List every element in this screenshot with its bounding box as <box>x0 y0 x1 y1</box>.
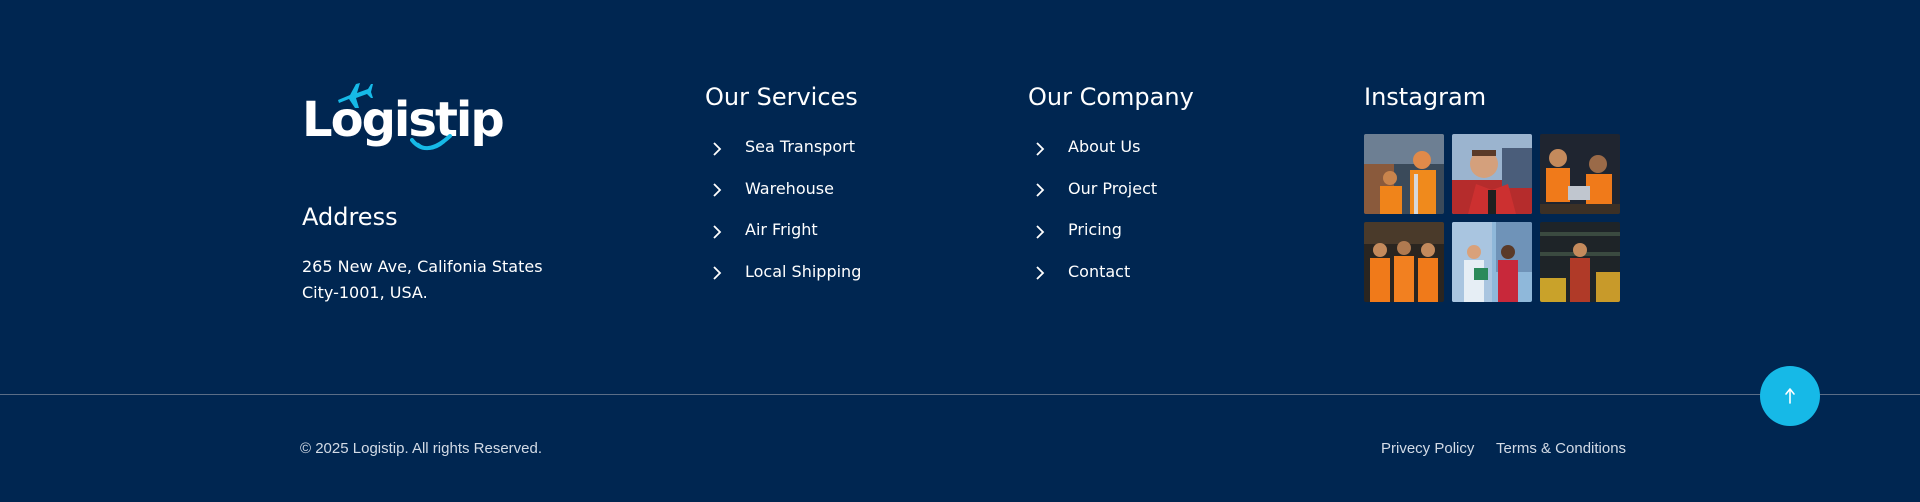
company-link-pricing[interactable]: Pricing <box>1028 209 1157 251</box>
company-title: Our Company <box>1028 83 1194 111</box>
services-link-sea-transport[interactable]: Sea Transport <box>705 126 861 168</box>
smiling-worker-photo <box>1452 134 1532 214</box>
chevron-right-icon <box>1036 266 1045 280</box>
address-block: 265 New Ave, Califonia States City-1001,… <box>302 254 602 306</box>
address-line-2: City-1001, USA. <box>302 283 428 302</box>
arrow-up-icon <box>1785 388 1795 404</box>
instagram-image-2[interactable] <box>1452 134 1532 214</box>
warehouse-worker-photo <box>1540 222 1620 302</box>
company-link-label: Our Project <box>1068 178 1158 198</box>
workers-tablet-photo <box>1452 222 1532 302</box>
site-footer: Logistip Address 265 New Ave, Califonia … <box>0 0 1920 502</box>
services-link-label: Air Fright <box>745 220 818 240</box>
services-link-local-shipping[interactable]: Local Shipping <box>705 251 861 293</box>
instagram-image-6[interactable] <box>1540 222 1620 302</box>
brand-logo[interactable]: Logistip <box>302 78 505 166</box>
warehouse-team-photo <box>1364 222 1444 302</box>
chevron-right-icon <box>1036 183 1045 197</box>
dock-workers-photo <box>1364 134 1444 214</box>
workers-laptop-photo <box>1540 134 1620 214</box>
company-link-about-us[interactable]: About Us <box>1028 126 1157 168</box>
services-list: Sea Transport Warehouse Air Fright Local… <box>705 126 861 292</box>
address-title: Address <box>302 203 398 231</box>
instagram-grid <box>1364 134 1620 302</box>
company-list: About Us Our Project Pricing Contact <box>1028 126 1157 292</box>
privacy-policy-link[interactable]: Privecy Policy <box>1381 440 1474 457</box>
services-link-warehouse[interactable]: Warehouse <box>705 168 861 210</box>
chevron-right-icon <box>713 225 722 239</box>
instagram-image-3[interactable] <box>1540 134 1620 214</box>
instagram-image-5[interactable] <box>1452 222 1532 302</box>
company-link-label: Pricing <box>1068 220 1122 240</box>
instagram-image-4[interactable] <box>1364 222 1444 302</box>
logo-wordmark: Logistip <box>302 92 505 148</box>
services-link-air-fright[interactable]: Air Fright <box>705 209 861 251</box>
copyright-text: © 2025 Logistip. All rights Reserved. <box>300 440 543 457</box>
footer-divider <box>0 394 1920 395</box>
chevron-right-icon <box>713 266 722 280</box>
company-link-label: About Us <box>1068 137 1141 157</box>
chevron-right-icon <box>713 142 722 156</box>
terms-conditions-link[interactable]: Terms & Conditions <box>1496 440 1626 457</box>
chevron-right-icon <box>1036 225 1045 239</box>
address-line-1: 265 New Ave, Califonia States <box>302 257 543 276</box>
services-title: Our Services <box>705 83 858 111</box>
services-link-label: Local Shipping <box>745 261 862 281</box>
services-link-label: Warehouse <box>745 178 834 198</box>
company-link-our-project[interactable]: Our Project <box>1028 168 1157 210</box>
instagram-title: Instagram <box>1364 83 1487 111</box>
scroll-to-top-button[interactable] <box>1760 366 1820 426</box>
company-link-label: Contact <box>1068 261 1131 281</box>
chevron-right-icon <box>713 183 722 197</box>
chevron-right-icon <box>1036 142 1045 156</box>
instagram-image-1[interactable] <box>1364 134 1444 214</box>
company-link-contact[interactable]: Contact <box>1028 251 1157 293</box>
services-link-label: Sea Transport <box>745 137 855 157</box>
logo-swoosh <box>410 134 452 150</box>
